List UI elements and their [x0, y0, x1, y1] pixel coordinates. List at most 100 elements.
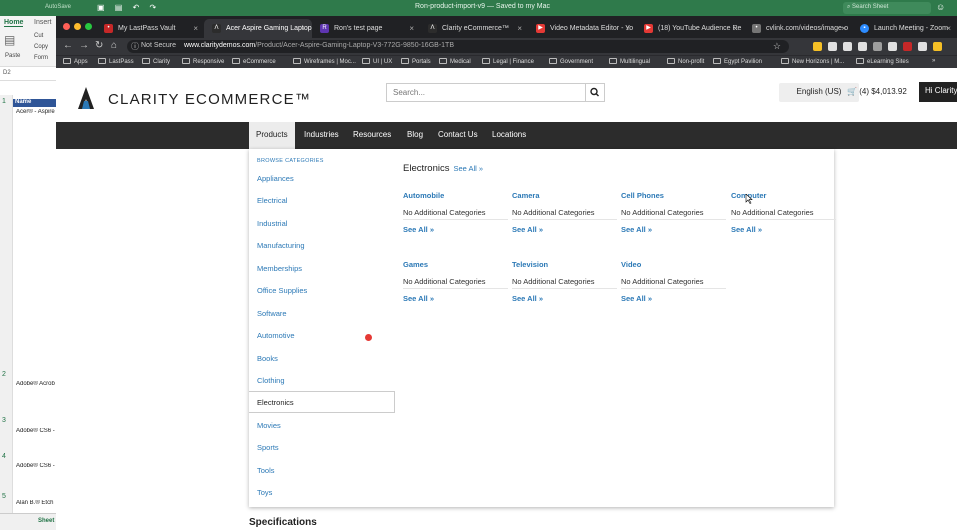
excel-cell[interactable]: Adobe® CS6 - — [16, 463, 56, 469]
see-all-link[interactable]: See All » — [512, 294, 617, 303]
browser-tab-active[interactable]: Λ Acer Aspire Gaming Laptop × — [204, 19, 312, 38]
extension-icon[interactable] — [858, 42, 867, 51]
browser-tab[interactable]: R Ron's test page × — [312, 19, 420, 38]
category-movies[interactable]: Movies — [257, 421, 281, 430]
close-tab-icon[interactable]: × — [733, 24, 738, 33]
category-industrial[interactable]: Industrial — [257, 219, 287, 228]
close-tab-icon[interactable]: × — [625, 24, 630, 33]
category-appliances[interactable]: Appliances — [257, 174, 294, 183]
close-tab-icon[interactable]: × — [517, 24, 522, 33]
extension-icon[interactable] — [828, 42, 837, 51]
see-all-link[interactable]: See All » — [621, 225, 726, 234]
browser-tab[interactable]: • cvlink.com/videos/image-o × — [744, 19, 852, 38]
category-manufacturing[interactable]: Manufacturing — [257, 241, 305, 250]
cart-button[interactable]: 🛒 (4) $4,013.92 — [847, 87, 907, 96]
excel-cell[interactable]: Adobe® Acrob — [16, 381, 56, 387]
more-bookmarks-icon[interactable]: » — [932, 58, 935, 64]
extension-icon[interactable] — [813, 42, 822, 51]
see-all-link[interactable]: See All » — [621, 294, 726, 303]
format-label[interactable]: Form — [34, 55, 48, 61]
extension-icon[interactable] — [843, 42, 852, 51]
close-tab-icon[interactable]: × — [409, 24, 414, 33]
bookmark-item[interactable]: Government — [549, 58, 593, 65]
browser-tab[interactable]: Λ Clarity eCommerce™ × — [420, 19, 528, 38]
excel-cell[interactable]: Adobe® CS6 - — [16, 428, 56, 434]
nav-resources[interactable]: Resources — [353, 122, 391, 149]
bookmark-item[interactable]: Non-profit — [667, 58, 704, 65]
excel-search-sheet[interactable]: ⌕ Search Sheet — [843, 2, 931, 14]
subcategory-link[interactable]: Automobile — [403, 191, 508, 200]
category-automotive[interactable]: Automotive — [257, 331, 295, 340]
category-clothing[interactable]: Clothing — [257, 376, 285, 385]
extension-icon[interactable] — [933, 42, 942, 51]
close-tab-icon[interactable]: × — [946, 24, 951, 33]
excel-tab-home[interactable]: Home — [4, 19, 24, 27]
excel-name-box[interactable]: D2 — [0, 67, 56, 81]
nav-industries[interactable]: Industries — [304, 122, 339, 149]
category-toys[interactable]: Toys — [257, 488, 272, 497]
excel-cell[interactable]: Alan B.® Etch — [16, 500, 56, 506]
excel-quick-access-icons[interactable]: ▣ ▤ ↶ ↷ — [97, 3, 160, 12]
nav-products[interactable]: Products — [249, 122, 295, 149]
see-all-link[interactable]: See All » — [453, 164, 483, 173]
category-sports[interactable]: Sports — [257, 443, 279, 452]
search-button[interactable] — [585, 83, 605, 102]
bookmark-item[interactable]: Medical — [439, 58, 471, 65]
category-office-supplies[interactable]: Office Supplies — [257, 286, 307, 295]
see-all-link[interactable]: See All » — [403, 225, 508, 234]
extension-icon[interactable] — [903, 42, 912, 51]
category-electronics[interactable]: Electronics — [249, 391, 395, 413]
see-all-link[interactable]: See All » — [731, 225, 836, 234]
extension-icon[interactable] — [873, 42, 882, 51]
bookmark-item[interactable]: New Horizons | M... — [781, 58, 844, 65]
paste-icon[interactable]: ▤ — [4, 33, 15, 47]
home-icon[interactable]: ⌂ — [111, 40, 117, 51]
subcategory-link[interactable]: Camera — [512, 191, 617, 200]
excel-sheet-tab[interactable]: Sheet — [38, 518, 54, 524]
extension-icon[interactable] — [888, 42, 897, 51]
bookmark-star-icon[interactable]: ☆ — [773, 41, 781, 52]
subcategory-link[interactable]: Cell Phones — [621, 191, 726, 200]
see-all-link[interactable]: See All » — [403, 294, 508, 303]
subcategory-link[interactable]: Television — [512, 260, 617, 269]
see-all-link[interactable]: See All » — [512, 225, 617, 234]
address-bar[interactable]: ⓘ Not Secure www.claritydemos.com/Produc… — [127, 40, 789, 53]
minimize-window-button[interactable] — [74, 23, 81, 30]
bookmark-item[interactable]: Portals — [401, 58, 431, 65]
close-window-button[interactable] — [63, 23, 70, 30]
browser-tab[interactable]: • My LastPass Vault × — [96, 19, 204, 38]
bookmark-item[interactable]: Clarity — [142, 58, 170, 65]
browser-tab[interactable]: ▶ Video Metadata Editor - Yo × — [528, 19, 636, 38]
user-icon[interactable]: ☺ — [936, 2, 945, 12]
bookmark-item[interactable]: Apps — [63, 58, 88, 65]
category-electrical[interactable]: Electrical — [257, 196, 287, 205]
bookmark-item[interactable]: Multilingual — [609, 58, 650, 65]
subcategory-link[interactable]: Games — [403, 260, 508, 269]
extension-icon[interactable] — [918, 42, 927, 51]
bookmark-item[interactable]: Responsive — [182, 58, 224, 65]
nav-blog[interactable]: Blog — [407, 122, 423, 149]
info-icon[interactable]: ⓘ — [131, 41, 139, 52]
reload-icon[interactable]: ↻ — [95, 40, 103, 51]
category-tools[interactable]: Tools — [257, 466, 275, 475]
bookmark-item[interactable]: Wireframes | Moc... — [293, 58, 356, 65]
bookmark-item[interactable]: eCommerce — [232, 58, 276, 65]
excel-tab-insert[interactable]: Insert — [34, 19, 52, 26]
bookmark-item[interactable]: eLearning Sites — [856, 58, 909, 65]
cut-label[interactable]: Cut — [34, 33, 43, 39]
category-books[interactable]: Books — [257, 354, 278, 363]
category-memberships[interactable]: Memberships — [257, 264, 302, 273]
back-arrow-icon[interactable]: ← — [63, 40, 73, 51]
close-tab-icon[interactable]: × — [841, 24, 846, 33]
excel-header-name[interactable]: Name — [13, 99, 56, 107]
category-software[interactable]: Software — [257, 309, 287, 318]
bookmark-item[interactable]: Egypt Pavilion — [713, 58, 762, 65]
account-button[interactable]: Hi Clarity — [919, 82, 957, 102]
subcategory-link[interactable]: Video — [621, 260, 726, 269]
excel-cell[interactable]: Acer® - Aspire — [16, 109, 56, 115]
zoom-window-button[interactable] — [85, 23, 92, 30]
close-tab-icon[interactable]: × — [193, 24, 198, 33]
copy-label[interactable]: Copy — [34, 44, 48, 50]
bookmark-item[interactable]: LastPass — [98, 58, 134, 65]
nav-contact-us[interactable]: Contact Us — [438, 122, 478, 149]
